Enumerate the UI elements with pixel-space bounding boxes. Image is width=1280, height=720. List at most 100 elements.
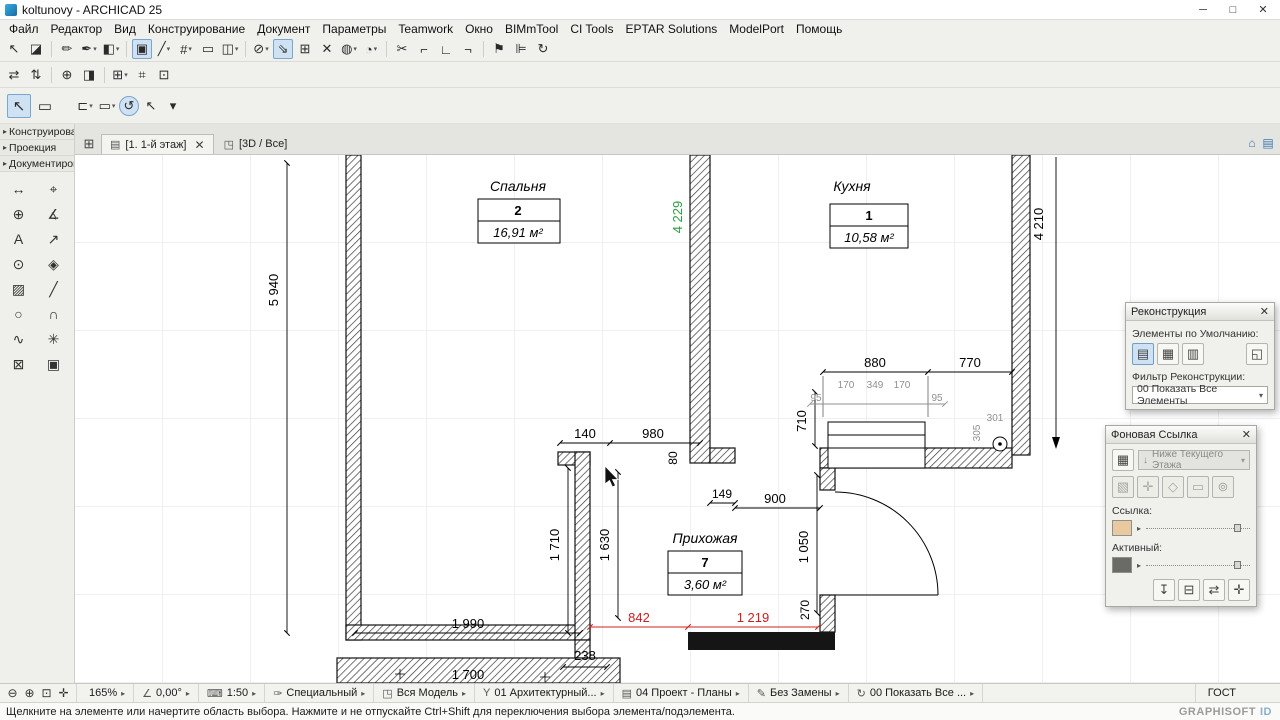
menu-options[interactable]: Параметры (316, 20, 392, 37)
palette-header[interactable]: Фоновая Ссылка ✕ (1106, 426, 1256, 444)
pen-set-selector[interactable]: ✑ Специальный ▸ (265, 684, 375, 702)
marquee-icon[interactable]: ▭ (198, 39, 218, 59)
tab-close-icon[interactable]: ✕ (195, 138, 205, 152)
coordinate-grid-icon[interactable]: ⊞ (295, 39, 315, 59)
drawing-canvas[interactable]: 5 940 4 229 4 210 880 770 170 349 170 95… (75, 155, 1280, 683)
minimize-button[interactable]: ─ (1188, 1, 1218, 19)
reset-reference-icon[interactable]: ▭ (1187, 476, 1209, 498)
eraser-icon[interactable]: ◪ (26, 39, 46, 59)
zone-stamp-hallway[interactable]: Прихожая 7 3,60 м² (667, 530, 743, 596)
adjust-icon[interactable]: ⌐ (414, 39, 434, 59)
lock-icon[interactable]: ⊘ (251, 39, 271, 59)
zone-stamp-bedroom[interactable]: Спальня 2 16,91 м² (477, 178, 561, 244)
column-symbol-tool-icon[interactable]: ⊙ (1, 252, 36, 276)
offset-icon[interactable]: ¬ (458, 39, 478, 59)
fit-in-window-icon[interactable]: ⊡ (38, 685, 55, 702)
close-icon[interactable]: ✕ (1242, 428, 1251, 441)
zone-tool-icon[interactable]: ◈ (36, 252, 71, 276)
zone-stamp-kitchen[interactable]: Кухня 1 10,58 м² (829, 178, 909, 249)
renovation-filter-dropdown[interactable]: 00 Показать Все Элементы (1132, 383, 1268, 407)
figure-tool-icon[interactable]: ⊠ (1, 352, 36, 376)
door-swing[interactable] (834, 491, 939, 596)
frame-icon[interactable]: ⊡ (154, 65, 174, 85)
close-button[interactable]: ✕ (1248, 1, 1278, 19)
drawing-tool-icon[interactable]: ▣ (36, 352, 71, 376)
trace-switch-icon[interactable]: ▧ (1112, 476, 1134, 498)
menu-file[interactable]: Файл (3, 20, 45, 37)
zoom-out-icon[interactable]: ⊖ (4, 685, 21, 702)
flag-icon[interactable]: ⚑ (489, 39, 509, 59)
reference-color-swatch[interactable] (1112, 520, 1132, 536)
standard-indicator[interactable]: ГОСТ (1194, 684, 1280, 702)
renovation-filter-selector[interactable]: ↻ 00 Показать Все ... ▸ (849, 684, 984, 702)
dimension-lines[interactable] (283, 157, 1060, 682)
menu-view[interactable]: Вид (108, 20, 142, 37)
hotspot-tool-icon[interactable]: ⊕ (1, 202, 36, 226)
fill-icon[interactable]: ◧ (101, 39, 121, 59)
arc-segment-icon[interactable]: ◔ (361, 39, 381, 59)
split-icon[interactable]: ✂ (392, 39, 412, 59)
rotate-icon[interactable]: ↻ (533, 39, 553, 59)
line-tool-icon[interactable]: ╱ (36, 277, 71, 301)
text-tool-icon[interactable]: A (1, 227, 36, 251)
model-view-icon[interactable]: ⌂ (1244, 135, 1260, 151)
active-intensity-slider[interactable] (1146, 560, 1250, 570)
dimension-tool-icon[interactable]: ↔ (1, 177, 36, 201)
rotate-reference-icon[interactable]: ◇ (1162, 476, 1184, 498)
menu-teamwork[interactable]: Teamwork (392, 20, 459, 37)
more-trace-options-icon[interactable]: ✛ (1228, 579, 1250, 601)
move-reference-icon[interactable]: ✛ (1137, 476, 1159, 498)
circle-tool-icon[interactable]: ○ (1, 302, 36, 326)
rotate-view-icon[interactable]: ↺ (119, 95, 139, 116)
swatch-arrow-icon[interactable]: ▸ (1137, 524, 1141, 533)
make-reference-icon[interactable]: ⊟ (1178, 579, 1200, 601)
menu-citools[interactable]: CI Tools (564, 20, 619, 37)
line-type-icon[interactable]: ╱ (154, 39, 174, 59)
zoom-in-icon[interactable]: ⊕ (21, 685, 38, 702)
demolished-elements-icon[interactable]: ▦ (1157, 343, 1179, 365)
existing-elements-icon[interactable]: ▤ (1132, 343, 1154, 365)
selection-mode-icon[interactable]: ⊏ (75, 96, 95, 116)
swap-reference-icon[interactable]: ⇄ (1203, 579, 1225, 601)
active-color-swatch[interactable] (1112, 557, 1132, 573)
swatch-arrow-icon[interactable]: ▸ (1137, 561, 1141, 570)
level-dimension-tool-icon[interactable]: ⌖ (36, 177, 71, 201)
intersection-icon[interactable]: ✕ (317, 39, 337, 59)
partial-structure-selector[interactable]: ◳ Вся Модель ▸ (374, 684, 476, 702)
trace-toggle-icon[interactable]: ▦ (1112, 449, 1134, 471)
slider-thumb[interactable] (1234, 561, 1241, 569)
transfer-icon[interactable]: ⇅ (26, 65, 46, 85)
corner-icon[interactable]: ∟ (436, 39, 456, 59)
quick-options-icon[interactable]: ⊞ (79, 134, 99, 154)
arrow-tool-icon[interactable]: ↖ (4, 39, 24, 59)
new-elements-icon[interactable]: ▥ (1182, 343, 1204, 365)
marquee-tool-icon[interactable]: ▭ (33, 94, 57, 118)
wall-tool-icon[interactable]: ▣ (132, 39, 152, 59)
zoom-level-selector[interactable]: 165% ▸ (77, 684, 135, 702)
dimension-standard-selector[interactable]: ▤ 04 Проект - Планы ▸ (614, 684, 749, 702)
menu-window[interactable]: Окно (459, 20, 499, 37)
close-icon[interactable]: ✕ (1260, 305, 1269, 318)
reference-intensity-slider[interactable] (1146, 523, 1250, 533)
switch-reference-active-icon[interactable]: ↧ (1153, 579, 1175, 601)
pen-icon[interactable]: ✒ (79, 39, 99, 59)
orientation-selector[interactable]: ∠ 0,00° ▸ (134, 684, 199, 702)
layouts-icon[interactable]: ▤ (1260, 135, 1276, 151)
panel-icon[interactable]: ◫ (220, 39, 240, 59)
reference-dropdown[interactable]: ↓ Ниже Текущего Этажа (1138, 449, 1250, 471)
pan-icon[interactable]: ✛ (55, 685, 72, 702)
half-plan-icon[interactable]: ◨ (79, 65, 99, 85)
explore-reference-icon[interactable]: ⊚ (1212, 476, 1234, 498)
menu-design[interactable]: Конструирование (142, 20, 251, 37)
menu-document[interactable]: Документ (251, 20, 316, 37)
layer-combination-selector[interactable]: Y 01 Архитектурный... ▸ (475, 684, 614, 702)
add-marker-icon[interactable]: ⊕ (57, 65, 77, 85)
align-icon[interactable]: ⊫ (511, 39, 531, 59)
arc-tool-icon[interactable]: ∩ (36, 302, 71, 326)
renovation-options-icon[interactable]: ◱ (1246, 343, 1268, 365)
cursor-mode-icon[interactable]: ↖ (141, 96, 161, 116)
module-icon[interactable]: ⌗ (132, 65, 152, 85)
maximize-button[interactable]: □ (1218, 1, 1248, 19)
menu-editor[interactable]: Редактор (45, 20, 109, 37)
graphic-override-selector[interactable]: ✎ Без Замены ▸ (749, 684, 849, 702)
